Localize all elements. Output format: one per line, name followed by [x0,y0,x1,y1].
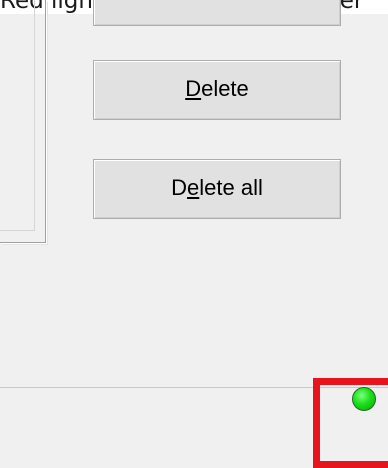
delete-all-mnemonic: e [187,175,200,200]
delete-all-label-prefix: D [171,175,188,200]
delete-mnemonic: D [185,76,202,101]
top-button[interactable] [93,0,341,26]
list-panel [0,0,46,243]
delete-button[interactable]: Delete [93,60,341,120]
highlight-box [313,378,388,468]
delete-all-button[interactable]: Delete all [93,159,341,219]
delete-label-suffix: elete [201,76,249,101]
delete-all-label-suffix: lete all [199,175,263,200]
list-panel-inner-border [0,0,35,231]
